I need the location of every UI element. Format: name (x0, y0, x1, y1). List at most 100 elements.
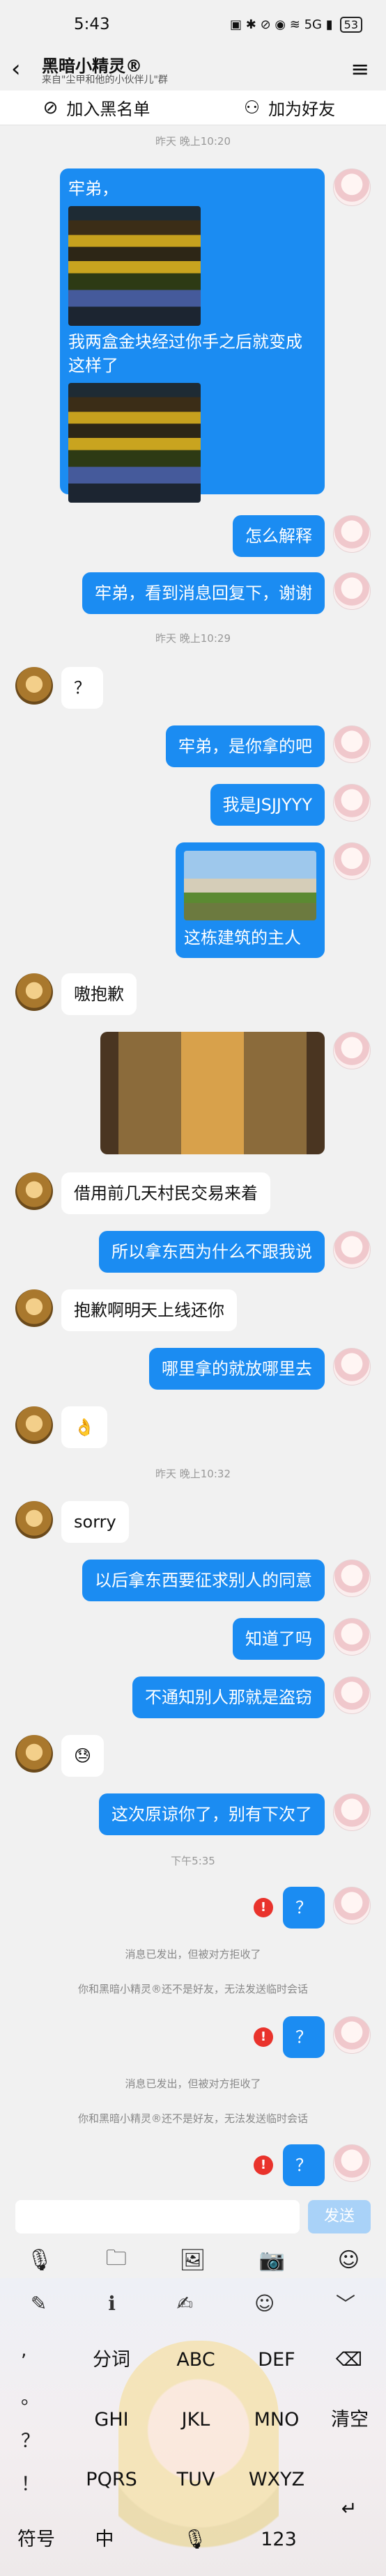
voice-key[interactable]: 🎙 (181, 2526, 209, 2554)
key-abc[interactable]: ABC (171, 2346, 220, 2374)
building-screenshot[interactable] (184, 851, 316, 920)
key-fenci[interactable]: 分词 (91, 2346, 132, 2374)
number-key[interactable]: 123 (258, 2526, 300, 2554)
message-row: 👌 (0, 1406, 386, 1448)
contact-avatar[interactable] (15, 1501, 53, 1539)
library-screenshot[interactable] (100, 1032, 325, 1154)
emoji-icon[interactable]: ☺ (338, 2248, 360, 2272)
key-wxyz[interactable]: WXYZ (245, 2466, 308, 2494)
message-bubble[interactable]: ？ (283, 2144, 325, 2186)
message-row: 牢弟，是你拿的吧 (0, 725, 386, 767)
message-bubble[interactable]: 哪里拿的就放哪里去 (149, 1348, 325, 1390)
key-ghi[interactable]: GHI (91, 2406, 132, 2434)
message-bubble[interactable]: ？ (283, 1887, 325, 1929)
folder-icon[interactable]: 🗀 (106, 2243, 127, 2278)
key-pqrs[interactable]: PQRS (84, 2466, 139, 2494)
message-bubble[interactable]: 😓 (61, 1735, 105, 1777)
message-bubble[interactable]: ？ (61, 667, 103, 709)
my-avatar[interactable] (333, 2016, 371, 2054)
block-icon: ⊘ (43, 97, 59, 118)
system-notice: 你和黑暗小精灵®还不是好友，无法发送临时会话 (77, 1983, 308, 1995)
message-bubble[interactable]: 知道了吗 (233, 1618, 325, 1660)
clear-key[interactable]: 清空 (327, 2406, 372, 2434)
contact-avatar[interactable] (15, 1289, 53, 1327)
message-bubble[interactable]: 👌 (61, 1406, 107, 1448)
message-bubble[interactable]: 怎么解释 (233, 515, 325, 557)
status-icon-row: ▣ ✱ ⊘ ◉ ≋ 5G ▮ (230, 17, 333, 32)
enter-key[interactable]: ↵ (332, 2495, 366, 2523)
my-avatar[interactable] (333, 1887, 371, 1924)
send-failed-icon[interactable]: ! (254, 2027, 273, 2047)
message-bubble[interactable]: 借用前几天村民交易来着 (61, 1172, 270, 1214)
image-icon[interactable]: 🖼 (180, 2248, 206, 2272)
message-bubble[interactable]: 不通知别人那就是盗窃 (132, 1676, 325, 1718)
key-def[interactable]: DEF (252, 2346, 301, 2374)
system-notice: 消息已发出，但被对方拒收了 (125, 2078, 261, 2090)
send-button[interactable]: 发送 (308, 2200, 371, 2233)
key-tuv[interactable]: TUV (171, 2466, 220, 2494)
message-row: 这次原谅你了，别有下次了 (0, 1793, 386, 1835)
my-avatar[interactable] (333, 784, 371, 822)
message-bubble-image[interactable]: 牢弟， 我两盒金块经过你手之后就变成这样了 (60, 168, 325, 503)
punct-key[interactable]: ！ (21, 2469, 40, 2496)
delete-key[interactable]: ⌫ (332, 2346, 366, 2374)
message-bubble[interactable]: 抱歉啊明天上线还你 (61, 1289, 237, 1331)
message-bubble[interactable]: 以后拿东西要征求别人的同意 (82, 1560, 325, 1601)
my-avatar[interactable] (333, 725, 371, 763)
contact-avatar[interactable] (15, 973, 53, 1011)
message-input[interactable] (15, 2200, 300, 2233)
add-friend-button[interactable]: ⚇ 加为好友 (193, 91, 386, 125)
symbols-key[interactable]: 符号 (14, 2526, 59, 2554)
menu-icon[interactable]: ≡ (350, 56, 369, 82)
my-avatar[interactable] (333, 1348, 371, 1385)
my-avatar[interactable] (333, 1676, 371, 1714)
punct-key[interactable]: ？ (21, 2426, 40, 2453)
contact-avatar[interactable] (15, 1172, 53, 1210)
camera-icon[interactable]: 📷 (259, 2248, 285, 2272)
back-icon[interactable]: ‹ (11, 57, 21, 81)
system-notice: 你和黑暗小精灵®还不是好友，无法发送临时会话 (77, 2112, 308, 2125)
keyboard-info-icon[interactable]: ℹ (108, 2292, 116, 2315)
message-row: 这栋建筑的主人 (0, 842, 386, 962)
microphone-icon[interactable]: 🎙 (26, 2248, 53, 2272)
punct-key[interactable]: , (21, 2339, 27, 2361)
message-bubble[interactable]: 我是JSJJYYY (210, 784, 325, 826)
my-avatar[interactable] (333, 1560, 371, 1597)
my-avatar[interactable] (333, 1793, 371, 1831)
my-avatar[interactable] (333, 1032, 371, 1069)
my-avatar[interactable] (333, 168, 371, 206)
message-bubble[interactable]: 牢弟，是你拿的吧 (166, 725, 325, 767)
screenshot-image[interactable] (68, 383, 201, 503)
collapse-keyboard-icon[interactable]: ﹀ (336, 2289, 355, 2317)
message-bubble[interactable]: 嗷抱歉 (61, 973, 137, 1015)
message-row: 抱歉啊明天上线还你 (0, 1289, 386, 1331)
contact-avatar[interactable] (15, 1406, 53, 1444)
add-to-blacklist-button[interactable]: ⊘ 加入黑名单 (0, 91, 193, 125)
my-avatar[interactable] (333, 515, 371, 553)
chat-subtitle: 来自"尘甲和他的小伙伴儿"群 (42, 74, 168, 86)
my-avatar[interactable] (333, 1231, 371, 1269)
message-bubble[interactable]: 这次原谅你了，别有下次了 (99, 1793, 325, 1835)
key-mno[interactable]: MNO (252, 2406, 301, 2434)
send-failed-icon[interactable]: ! (254, 2155, 273, 2175)
keyboard-skin-icon[interactable]: ✎ (31, 2292, 47, 2315)
screenshot-image[interactable] (68, 206, 201, 326)
message-bubble[interactable]: 牢弟，看到消息回复下，谢谢 (82, 572, 325, 614)
my-avatar[interactable] (333, 2144, 371, 2182)
contact-avatar[interactable] (15, 1735, 53, 1773)
message-bubble[interactable]: sorry (61, 1501, 129, 1543)
message-bubble-image[interactable]: 这栋建筑的主人 (176, 842, 325, 958)
send-failed-icon[interactable]: ! (254, 1898, 273, 1917)
my-avatar[interactable] (333, 842, 371, 880)
language-key[interactable]: 中 (91, 2526, 118, 2554)
handwriting-icon[interactable]: ✍ (177, 2292, 193, 2315)
key-jkl[interactable]: JKL (171, 2406, 220, 2434)
message-row: 借用前几天村民交易来着 (0, 1172, 386, 1214)
my-avatar[interactable] (333, 1618, 371, 1656)
my-avatar[interactable] (333, 572, 371, 610)
punct-key[interactable]: 。 (21, 2382, 40, 2410)
keyboard-emoji-icon[interactable]: ☺ (254, 2292, 275, 2315)
message-bubble[interactable]: ？ (283, 2016, 325, 2058)
message-bubble[interactable]: 所以拿东西为什么不跟我说 (99, 1231, 325, 1273)
contact-avatar[interactable] (15, 667, 53, 705)
